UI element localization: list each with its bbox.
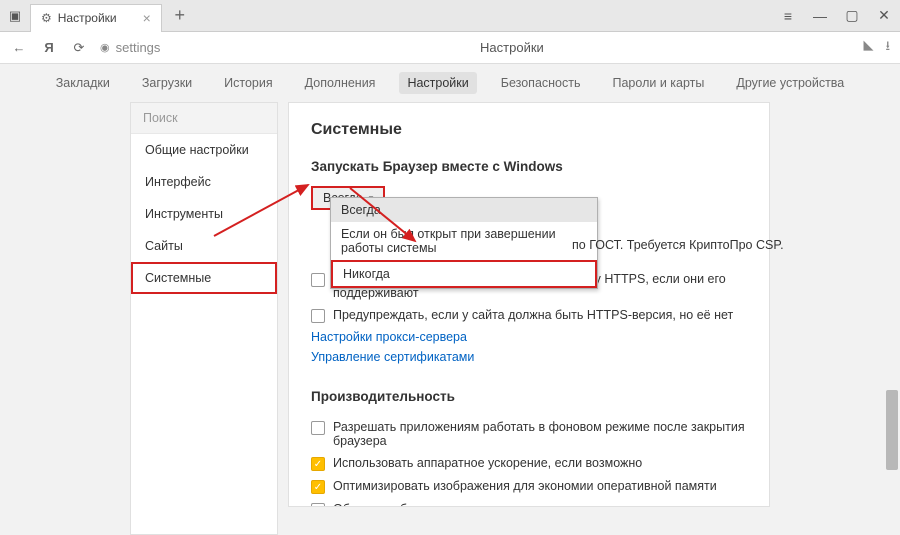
sidebar-search[interactable]: Поиск	[131, 103, 277, 134]
nav-passwords[interactable]: Пароли и карты	[605, 72, 713, 94]
bookmark-icon[interactable]: ◣	[863, 37, 873, 59]
page-title: Настройки	[172, 40, 851, 55]
nav-history[interactable]: История	[216, 72, 280, 94]
checkbox-https-warn-row[interactable]: Предупреждать, если у сайта должна быть …	[311, 304, 747, 327]
checkbox-optimg[interactable]: ✓	[311, 480, 325, 494]
startup-dropdown-menu[interactable]: Всегда Если он был открыт при завершении…	[330, 197, 598, 289]
checkbox-label: Предупреждать, если у сайта должна быть …	[333, 308, 733, 322]
minimize-button[interactable]: —	[804, 0, 836, 32]
reload-button[interactable]: ⟳	[70, 40, 88, 56]
sidebar-item-tools[interactable]: Инструменты	[131, 198, 277, 230]
settings-nav: Закладки Загрузки История Дополнения Нас…	[0, 64, 900, 102]
startup-label: Запускать Браузер вместе с Windows	[311, 159, 747, 174]
checkbox-optimg-row[interactable]: ✓ Оптимизировать изображения для экономи…	[311, 475, 747, 498]
checkbox-hw-row[interactable]: ✓ Использовать аппаратное ускорение, есл…	[311, 452, 747, 475]
close-tab-icon[interactable]: ×	[143, 10, 151, 26]
dropdown-option-never[interactable]: Никогда	[331, 260, 597, 288]
checkbox-label: Оптимизировать изображения для экономии …	[333, 479, 717, 493]
section-heading: Системные	[311, 121, 747, 139]
tab-title: Настройки	[58, 11, 117, 25]
panel-toggle-icon[interactable]: ▣	[0, 8, 30, 24]
checkbox-label: Использовать аппаратное ускорение, если …	[333, 456, 642, 470]
sidebar-item-sites[interactable]: Сайты	[131, 230, 277, 262]
new-tab-button[interactable]: +	[166, 5, 194, 26]
nav-security[interactable]: Безопасность	[493, 72, 589, 94]
menu-icon[interactable]: ≡	[772, 0, 804, 32]
browser-toolbar: ← Я ⟳ ◉ settings Настройки ◣ ⭳	[0, 32, 900, 64]
close-window-button[interactable]: ✕	[868, 0, 900, 32]
nav-settings[interactable]: Настройки	[399, 72, 476, 94]
link-proxy[interactable]: Настройки прокси-сервера	[311, 327, 747, 347]
performance-heading: Производительность	[311, 389, 747, 404]
checkbox-https-warn[interactable]	[311, 309, 325, 323]
nav-addons[interactable]: Дополнения	[297, 72, 384, 94]
back-button[interactable]: ←	[10, 40, 28, 55]
settings-sidebar: Поиск Общие настройки Интерфейс Инструме…	[130, 102, 278, 535]
checkbox-bg[interactable]	[311, 421, 325, 435]
sidebar-item-general[interactable]: Общие настройки	[131, 134, 277, 166]
scrollbar-thumb[interactable]	[886, 390, 898, 470]
globe-icon: ◉	[100, 41, 110, 54]
settings-content: Системные Запускать Браузер вместе с Win…	[288, 102, 770, 507]
browser-tab[interactable]: ⚙ Настройки ×	[30, 4, 162, 32]
dropdown-option-always[interactable]: Всегда	[331, 198, 597, 222]
download-icon[interactable]: ⭳	[885, 37, 890, 59]
dropdown-option-ifopen[interactable]: Если он был открыт при завершении работы…	[331, 222, 597, 260]
maximize-button[interactable]: ▢	[836, 0, 868, 32]
checkbox-update[interactable]	[311, 503, 325, 507]
nav-bookmarks[interactable]: Закладки	[48, 72, 118, 94]
checkbox-label: Обновлять браузер, даже если он не запущ…	[333, 502, 602, 507]
nav-devices[interactable]: Другие устройства	[728, 72, 852, 94]
nav-downloads[interactable]: Загрузки	[134, 72, 200, 94]
sidebar-item-interface[interactable]: Интерфейс	[131, 166, 277, 198]
address-bar[interactable]: ◉ settings	[100, 40, 160, 55]
gear-icon: ⚙	[41, 11, 52, 25]
checkbox-label: Разрешать приложениям работать в фоновом…	[333, 420, 747, 448]
window-titlebar: ▣ ⚙ Настройки × + ≡ — ▢ ✕	[0, 0, 900, 32]
gost-text-fragment: по ГОСТ. Требуется КриптоПро CSP.	[572, 238, 784, 252]
checkbox-https-auto[interactable]	[311, 273, 325, 287]
sidebar-item-system[interactable]: Системные	[131, 262, 277, 294]
checkbox-hw[interactable]: ✓	[311, 457, 325, 471]
url-text: settings	[116, 40, 161, 55]
checkbox-bg-row[interactable]: Разрешать приложениям работать в фоновом…	[311, 416, 747, 452]
link-certificates[interactable]: Управление сертификатами	[311, 347, 747, 367]
yandex-button[interactable]: Я	[40, 40, 58, 55]
